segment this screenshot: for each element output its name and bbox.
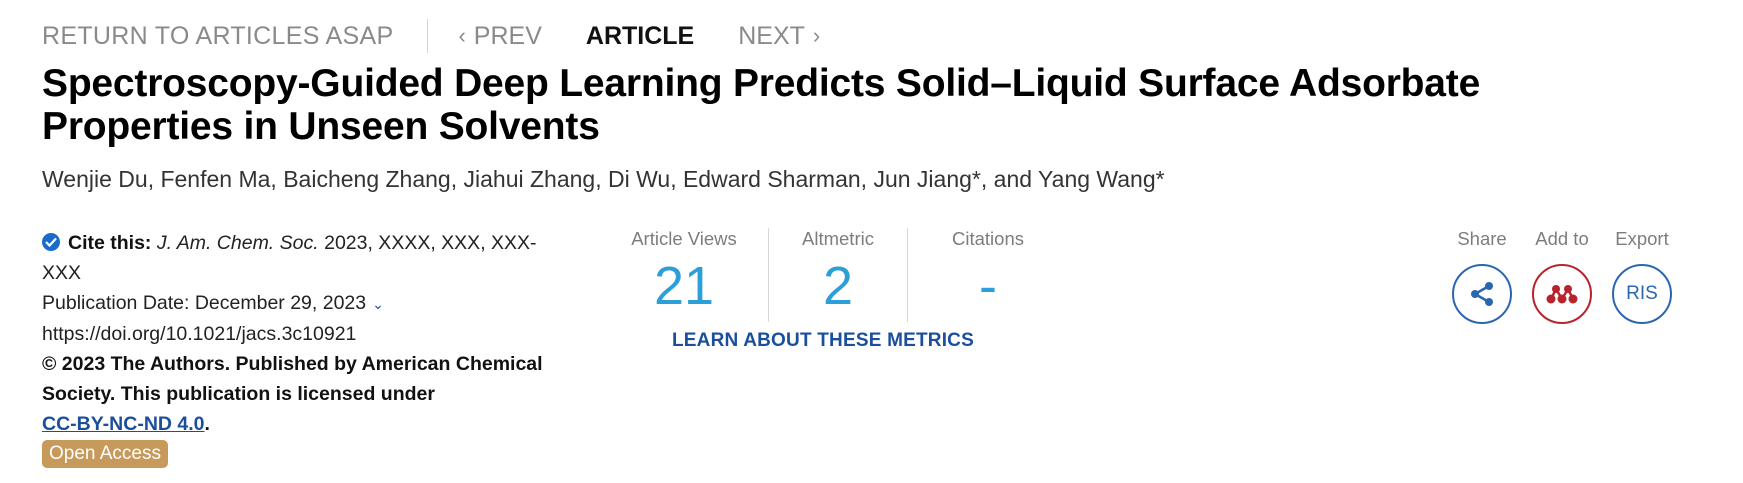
- current-article-label: ARTICLE: [585, 21, 695, 50]
- share-label: Share: [1457, 228, 1507, 249]
- return-to-articles-link[interactable]: RETURN TO ARTICLES ASAP: [42, 22, 393, 51]
- export-ris-button[interactable]: RIS: [1612, 264, 1672, 324]
- title-line-2: Properties in Unseen Solvents: [42, 105, 600, 148]
- share-action: Share: [1451, 228, 1513, 324]
- author-separator: ,: [147, 166, 161, 192]
- citations-label: Citations: [952, 228, 1024, 249]
- export-label: Export: [1615, 228, 1669, 249]
- next-label: NEXT: [738, 21, 805, 50]
- author-link[interactable]: Wenjie Du: [42, 166, 148, 192]
- license-suffix: .: [204, 413, 210, 435]
- chevron-left-icon: ‹: [458, 23, 466, 48]
- author-link[interactable]: Fenfen Ma: [160, 166, 270, 192]
- publication-date: Publication Date: December 29, 2023: [42, 292, 367, 314]
- doi-link[interactable]: https://doi.org/10.1021/jacs.3c10921: [42, 319, 562, 349]
- next-article-link[interactable]: NEXT ›: [738, 22, 820, 51]
- mendeley-icon: [1546, 285, 1578, 304]
- share-button[interactable]: [1452, 264, 1512, 324]
- copyright-notice: © 2023 The Authors. Published by America…: [42, 349, 562, 439]
- article-title: Spectroscopy-Guided Deep Learning Predic…: [42, 62, 1602, 148]
- author-link[interactable]: Jun Jiang*: [873, 166, 980, 192]
- author-link[interactable]: Yang Wang*: [1038, 166, 1165, 192]
- chevron-down-icon: ⌄: [372, 296, 384, 312]
- article-views-metric: Article Views 21: [612, 228, 756, 322]
- author-link[interactable]: Baicheng Zhang: [283, 166, 451, 192]
- author-separator: ,: [595, 166, 608, 192]
- title-line-1: Spectroscopy-Guided Deep Learning Predic…: [42, 62, 1481, 105]
- author-link[interactable]: Edward Sharman: [683, 166, 861, 192]
- article-actions: Share Add to Export RIS: [1451, 228, 1673, 324]
- copyright-line-2: Society. This publication is licensed un…: [42, 383, 435, 405]
- copyright-line-1: © 2023 The Authors. Published by America…: [42, 353, 543, 375]
- publication-date-toggle[interactable]: Publication Date: December 29, 2023 ⌄: [42, 288, 562, 319]
- cite-line: Cite this: J. Am. Chem. Soc. 2023, XXXX,…: [42, 228, 562, 288]
- altmetric-label: Altmetric: [802, 228, 874, 249]
- article-views-value: 21: [653, 256, 715, 316]
- prev-label: PREV: [473, 21, 542, 50]
- altmetric-metric[interactable]: Altmetric 2: [768, 228, 907, 322]
- article-nav: RETURN TO ARTICLES ASAP ‹ PREV ARTICLE N…: [42, 18, 820, 54]
- add-to-label: Add to: [1535, 228, 1589, 249]
- author-link[interactable]: Jiahui Zhang: [464, 166, 596, 192]
- author-separator: ,: [450, 166, 464, 192]
- article-views-label: Article Views: [631, 228, 737, 249]
- author-separator: ,: [270, 166, 284, 192]
- author-separator: ,: [860, 166, 874, 192]
- export-action: Export RIS: [1611, 228, 1673, 324]
- cite-details-2: XXX: [42, 262, 82, 284]
- author-separator: , and: [980, 166, 1039, 192]
- learn-about-metrics-link[interactable]: LEARN ABOUT THESE METRICS: [672, 330, 974, 352]
- author-link[interactable]: Di Wu: [608, 166, 670, 192]
- nav-divider: [427, 19, 429, 53]
- add-to-action: Add to: [1531, 228, 1593, 324]
- cite-details-1: 2023, XXXX, XXX, XXX-: [324, 232, 537, 254]
- share-icon: [1471, 282, 1493, 306]
- author-separator: ,: [670, 166, 683, 192]
- chevron-right-icon: ›: [812, 23, 821, 48]
- author-list: Wenjie Du, Fenfen Ma, Baicheng Zhang, Ji…: [42, 166, 1165, 193]
- journal-name: J. Am. Chem. Soc.: [156, 232, 319, 254]
- license-link[interactable]: CC-BY-NC-ND 4.0: [42, 413, 205, 435]
- open-access-badge: Open Access: [42, 440, 168, 468]
- citations-metric: Citations -: [907, 228, 1068, 322]
- citation-block: Cite this: J. Am. Chem. Soc. 2023, XXXX,…: [42, 228, 562, 439]
- prev-article-link[interactable]: ‹ PREV: [458, 22, 541, 51]
- check-circle-icon: [42, 233, 60, 251]
- add-to-mendeley-button[interactable]: [1532, 264, 1592, 324]
- metrics-panel: Article Views 21 Altmetric 2 Citations -: [612, 228, 1068, 322]
- altmetric-value: 2: [822, 256, 854, 316]
- citations-value: -: [979, 256, 997, 316]
- cite-label: Cite this:: [68, 232, 152, 254]
